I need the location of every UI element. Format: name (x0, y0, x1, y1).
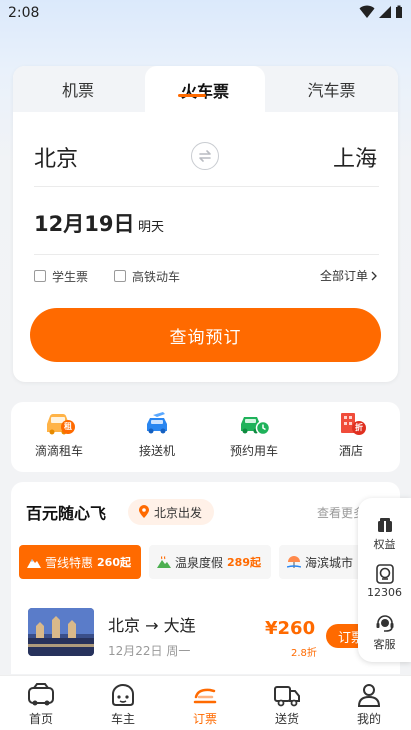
divider (34, 186, 379, 187)
airport-transfer-icon (141, 410, 173, 438)
highspeed-label: 高铁动车 (132, 269, 181, 284)
benefits-button[interactable]: 权益 (358, 514, 411, 552)
category-label: 温泉度假 (175, 555, 224, 570)
nav-label: 车主 (110, 712, 135, 726)
hotel-badge: 折 (355, 423, 363, 432)
service-label: 接送机 (138, 444, 175, 458)
trip-discount: 2.8折 (291, 648, 317, 659)
nav-label: 送货 (274, 712, 299, 726)
swap-icon (199, 150, 211, 162)
trip-price: ¥260 (265, 618, 316, 639)
railway-12306-label: 12306 (367, 586, 402, 599)
arrival-city[interactable]: 上海 (333, 141, 377, 173)
trip-date: 12月22日 周一 (108, 644, 191, 658)
benefits-icon (374, 514, 396, 534)
date-hint: 明天 (138, 220, 165, 235)
trip-route: 北京 → 大连 (108, 616, 196, 635)
bottom-nav: 首页 车主 订票 送货 我的 (0, 675, 411, 730)
departure-date[interactable]: 12月19日 (34, 208, 134, 238)
nav-delivery[interactable]: 送货 (246, 682, 328, 727)
chevron-right-icon (371, 271, 377, 280)
departure-city[interactable]: 北京 (34, 141, 78, 173)
service-airport-transfer[interactable]: 接送机 (117, 410, 197, 459)
location-pin-icon (139, 505, 149, 518)
benefits-label: 权益 (373, 538, 396, 551)
divider (34, 254, 379, 255)
railway-12306-icon (374, 564, 396, 584)
nav-home[interactable]: 首页 (0, 682, 82, 727)
service-label: 滴滴租车 (34, 444, 83, 458)
car-owner-icon (108, 682, 138, 708)
nav-label: 首页 (28, 712, 53, 726)
service-label: 酒店 (338, 444, 363, 458)
student-ticket-option[interactable]: 学生票 (34, 267, 88, 285)
highspeed-option[interactable]: 高铁动车 (114, 267, 180, 285)
status-bar: 2:08 (0, 0, 411, 28)
tab-bus[interactable]: 汽车票 (265, 66, 398, 112)
status-icons (359, 5, 403, 19)
ticket-tabs: 机票 火车票 汽车票 (13, 66, 398, 114)
tab-flight[interactable]: 机票 (13, 66, 143, 112)
search-booking-button[interactable]: 查询预订 (30, 308, 381, 362)
mountain-icon (27, 559, 41, 568)
feature-card: 百元随心飞 北京出发 查看更多 雪线特惠 260起 温泉度假 289起 海滨城市 (11, 482, 400, 674)
services-card: 租 滴滴租车 接送机 预约用车 折 酒店 (11, 402, 400, 472)
destination-thumbnail (28, 608, 94, 656)
hot-spring-icon (157, 556, 171, 568)
nav-car-owner[interactable]: 车主 (82, 682, 164, 727)
category-label: 海滨城市 (305, 555, 354, 570)
beach-icon (287, 556, 301, 568)
all-orders-label: 全部订单 (319, 269, 368, 283)
wifi-icon (359, 5, 375, 18)
home-icon (26, 682, 56, 708)
service-scheduled-car[interactable]: 预约用车 (214, 410, 294, 459)
profile-icon (354, 682, 384, 708)
student-ticket-label: 学生票 (52, 269, 89, 284)
battery-icon (396, 5, 402, 18)
category-chip-hot-spring[interactable]: 温泉度假 289起 (149, 545, 271, 579)
service-hotel[interactable]: 折 酒店 (311, 410, 391, 459)
car-rental-badge: 租 (64, 422, 72, 431)
tab-train[interactable]: 火车票 (145, 66, 265, 114)
railway-12306-button[interactable]: 12306 (358, 564, 411, 599)
nav-label: 我的 (356, 712, 381, 726)
status-time: 2:08 (8, 5, 40, 21)
car-rental-icon: 租 (43, 410, 75, 438)
tickets-icon (190, 682, 220, 708)
highspeed-checkbox[interactable] (114, 270, 126, 282)
all-orders-link[interactable]: 全部订单 (320, 267, 377, 284)
customer-service-button[interactable]: 客服 (358, 614, 411, 652)
scheduled-car-icon (238, 410, 271, 438)
category-chip-snow[interactable]: 雪线特惠 260起 (19, 545, 141, 579)
category-price: 260起 (97, 556, 131, 569)
departure-filter-chip[interactable]: 北京出发 (128, 499, 215, 525)
trip-deal-row[interactable]: 北京 → 大连 12月22日 周一 ¥260 2.8折 订票 (11, 600, 400, 664)
nav-profile[interactable]: 我的 (328, 682, 410, 727)
category-label: 雪线特惠 (45, 555, 94, 570)
departure-filter-label: 北京出发 (154, 505, 203, 520)
customer-service-label: 客服 (373, 638, 396, 651)
signal-icon (379, 6, 391, 18)
active-tab-indicator (178, 94, 206, 97)
hotel-icon: 折 (335, 410, 367, 438)
service-car-rental[interactable]: 租 滴滴租车 (19, 410, 99, 459)
customer-service-icon (374, 614, 396, 634)
swap-cities-button[interactable] (191, 142, 219, 170)
delivery-truck-icon (272, 682, 302, 708)
floating-side-panel: 权益 12306 客服 (358, 498, 411, 662)
service-label: 预约用车 (229, 444, 278, 458)
nav-label: 订票 (192, 712, 217, 726)
feature-title: 百元随心飞 (26, 504, 107, 523)
category-price: 289起 (227, 556, 261, 569)
student-ticket-checkbox[interactable] (34, 270, 46, 282)
nav-tickets[interactable]: 订票 (164, 682, 246, 727)
